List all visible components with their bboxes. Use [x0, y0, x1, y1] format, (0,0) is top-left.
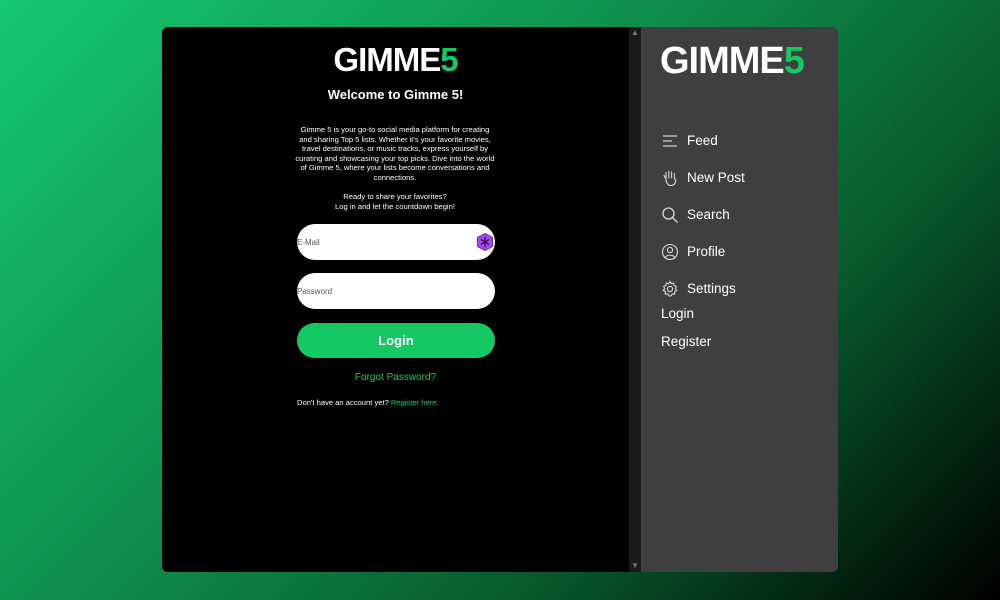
ready-line-1: Ready to share your favorites? — [343, 192, 447, 201]
sidebar-nav: Feed New Post Search Profile Settings — [661, 122, 745, 307]
scroll-down-icon[interactable]: ▼ — [629, 560, 641, 572]
sidebar: GIMME5 Feed New Post Search Profile Sett… — [641, 27, 838, 572]
sidebar-item-label: Settings — [687, 281, 736, 296]
logo-accent: 5 — [440, 41, 458, 78]
login-button[interactable]: Login — [297, 323, 495, 358]
forgot-password-link[interactable]: Forgot Password? — [162, 372, 629, 383]
email-field[interactable] — [297, 224, 495, 260]
sidebar-item-feed[interactable]: Feed — [661, 122, 745, 159]
sidebar-register-link[interactable]: Register — [661, 334, 711, 349]
sidebar-logo-accent: 5 — [783, 40, 805, 82]
no-account-text: Don't have an account yet? — [297, 398, 389, 407]
main-logo: GIMME5 — [162, 41, 629, 79]
sidebar-item-profile[interactable]: Profile — [661, 233, 745, 270]
sidebar-item-label: Profile — [687, 244, 726, 259]
hand-icon — [661, 169, 679, 187]
welcome-title: Welcome to Gimme 5! — [327, 87, 464, 102]
intro-text: Gimme 5 is your go-to social media platf… — [295, 125, 495, 182]
sidebar-item-label: Feed — [687, 133, 718, 148]
app-window: GIMME5 Welcome to Gimme 5! Gimme 5 is yo… — [162, 27, 838, 572]
password-field[interactable] — [297, 273, 495, 309]
sidebar-logo-text: GIMME — [660, 40, 785, 82]
gear-icon — [661, 279, 679, 298]
logo-text: GIMME — [333, 41, 441, 78]
password-input[interactable] — [297, 273, 467, 309]
sidebar-item-label: New Post — [687, 170, 745, 185]
scroll-up-icon[interactable]: ▲ — [629, 27, 641, 39]
sidebar-item-new-post[interactable]: New Post — [661, 159, 745, 196]
main-scrollbar[interactable]: ▲ ▼ — [629, 27, 641, 572]
email-input[interactable] — [297, 224, 467, 260]
register-here-link[interactable]: Register here. — [391, 398, 439, 407]
profile-icon — [661, 243, 679, 261]
password-manager-icon[interactable] — [476, 232, 494, 252]
sidebar-item-search[interactable]: Search — [661, 196, 745, 233]
register-prompt: Don't have an account yet? Register here… — [297, 398, 439, 407]
sidebar-login-link[interactable]: Login — [661, 306, 694, 321]
sidebar-logo[interactable]: GIMME5 — [660, 40, 805, 83]
feed-icon — [661, 132, 679, 150]
ready-text: Ready to share your favorites? Log in an… — [294, 192, 496, 211]
search-icon — [661, 206, 679, 224]
ready-line-2: Log in and let the countdown begin! — [335, 201, 455, 211]
sidebar-item-settings[interactable]: Settings — [661, 270, 745, 307]
sidebar-item-label: Search — [687, 207, 730, 222]
login-panel: GIMME5 Welcome to Gimme 5! Gimme 5 is yo… — [162, 27, 629, 572]
